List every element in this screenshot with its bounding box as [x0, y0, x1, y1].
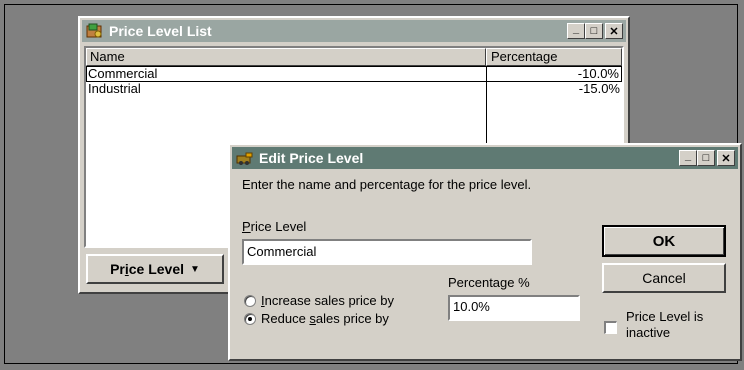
cancel-button[interactable]: Cancel	[602, 263, 726, 293]
increase-option[interactable]: Increase sales price by	[244, 293, 394, 308]
close-icon: ✕	[609, 25, 619, 38]
inactive-label: Price Level is inactive	[626, 309, 704, 340]
row-percentage: -10.0%	[577, 66, 619, 81]
price-level-label: Price Level	[242, 219, 307, 234]
dialog-title: Edit Price Level	[259, 150, 364, 166]
price-list-icon	[86, 23, 104, 39]
row-name: Industrial	[88, 81, 141, 96]
close-icon: ✕	[721, 152, 731, 165]
inactive-checkbox[interactable]	[604, 321, 617, 334]
row-name: Commercial	[88, 66, 158, 81]
chevron-down-icon: ▼	[190, 263, 200, 275]
reduce-radio[interactable]	[244, 312, 256, 325]
price-level-menu-label: Price Level	[110, 261, 185, 277]
list-title-bar[interactable]: Price Level List _ □ ✕	[82, 20, 626, 42]
row-percentage: -15.0%	[578, 81, 620, 96]
price-level-menu-button[interactable]: Price Level ▼	[86, 254, 224, 284]
maximize-icon: □	[590, 25, 598, 37]
reduce-option-label: Reduce sales price by	[261, 311, 389, 326]
minimize-icon: _	[572, 23, 580, 35]
table-row[interactable]: Industrial -15.0%	[86, 82, 622, 98]
increase-option-label: Increase sales price by	[261, 293, 394, 308]
reduce-option[interactable]: Reduce sales price by	[244, 311, 389, 326]
dialog-instruction: Enter the name and percentage for the pr…	[242, 177, 532, 192]
table-row[interactable]: Commercial -10.0%	[86, 66, 622, 82]
column-header-percentage-label: Percentage	[491, 49, 558, 64]
maximize-icon: □	[702, 152, 710, 164]
minimize-button[interactable]: _	[679, 150, 697, 166]
table-header: Name Percentage	[86, 48, 622, 66]
price-level-value: Commercial	[247, 244, 317, 259]
percentage-value: 10.0%	[453, 299, 490, 314]
ok-button[interactable]: OK	[602, 225, 726, 257]
increase-radio[interactable]	[244, 294, 256, 307]
close-button[interactable]: ✕	[605, 23, 623, 39]
column-header-name[interactable]: Name	[86, 48, 486, 66]
close-button[interactable]: ✕	[717, 150, 735, 166]
price-level-input[interactable]: Commercial	[242, 239, 532, 265]
ok-label: OK	[652, 232, 676, 250]
column-header-percentage[interactable]: Percentage	[486, 48, 622, 66]
maximize-button[interactable]: □	[585, 23, 603, 39]
minimize-icon: _	[684, 150, 692, 162]
minimize-button[interactable]: _	[567, 23, 585, 39]
percentage-input[interactable]: 10.0%	[448, 295, 580, 321]
list-window-title: Price Level List	[109, 23, 212, 39]
maximize-button[interactable]: □	[697, 150, 715, 166]
edit-price-icon	[236, 150, 254, 166]
dialog-title-bar[interactable]: Edit Price Level _ □ ✕	[232, 147, 738, 169]
cancel-label: Cancel	[642, 270, 686, 286]
column-header-name-label: Name	[90, 49, 125, 64]
edit-price-level-dialog: Edit Price Level _ □ ✕ Enter the name an…	[228, 143, 742, 361]
percentage-label: Percentage %	[448, 275, 530, 290]
